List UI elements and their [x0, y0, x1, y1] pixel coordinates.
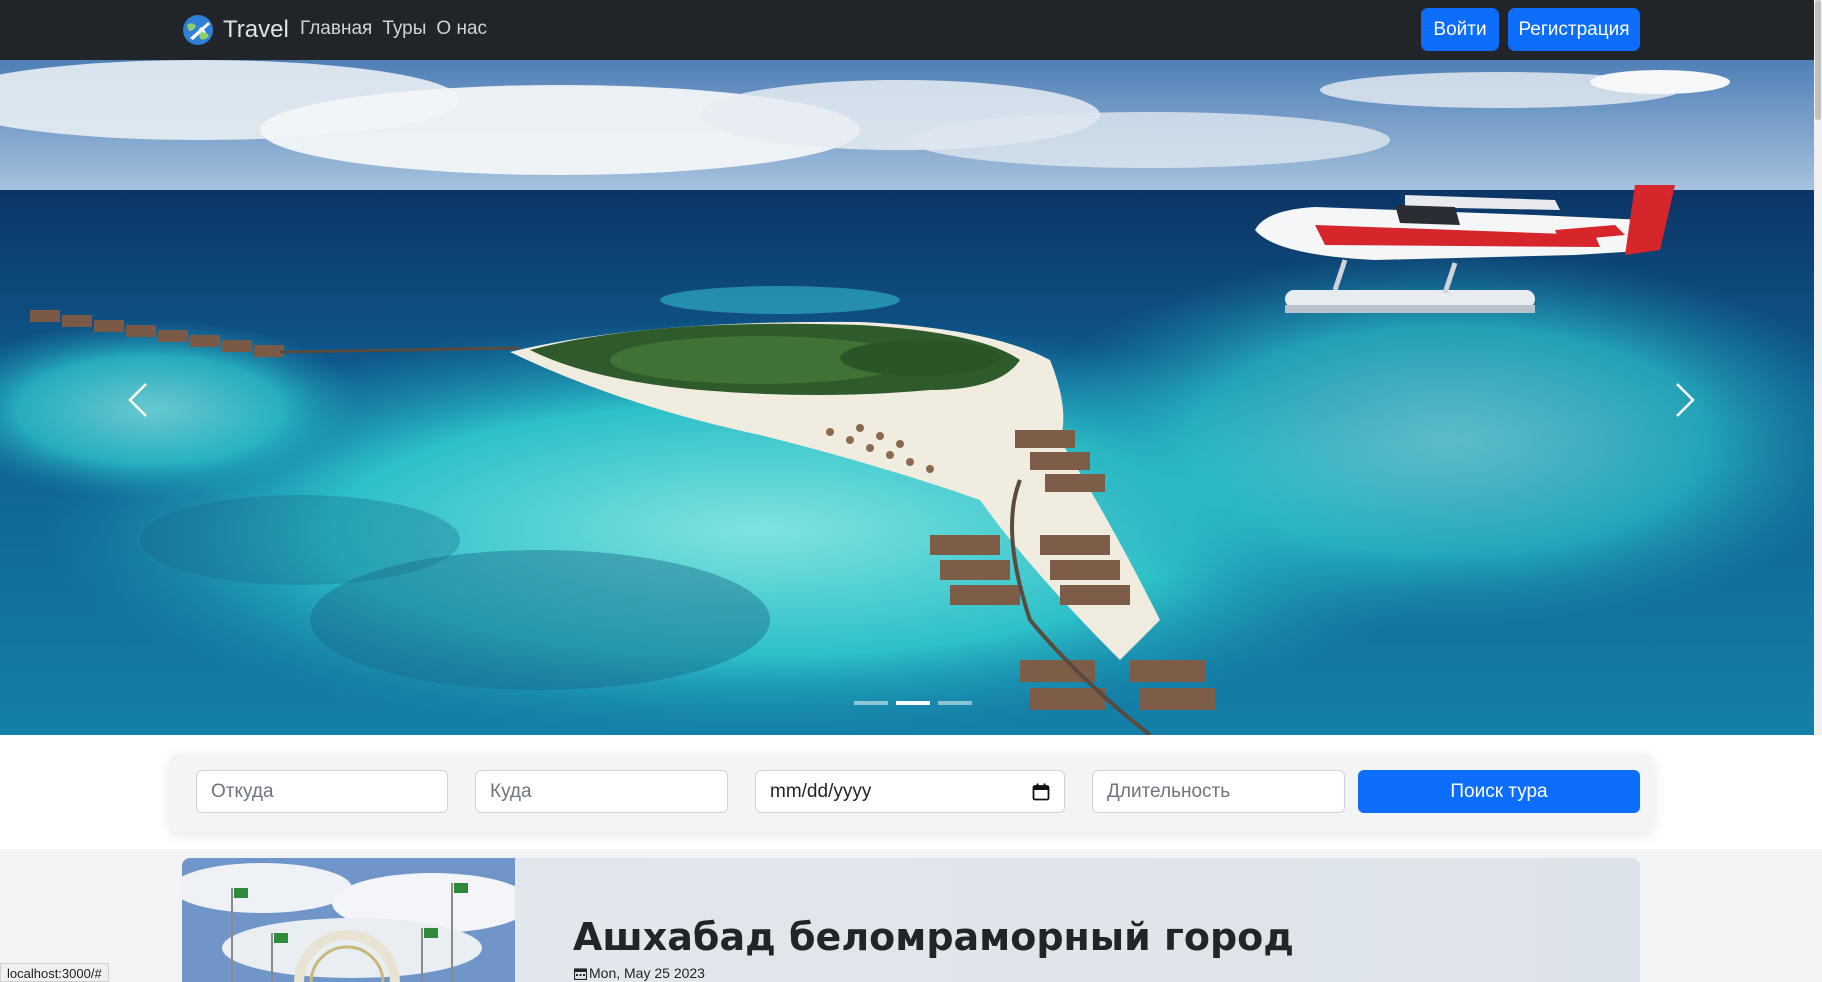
chevron-right-icon	[1676, 383, 1695, 417]
main-nav: Главная Туры О нас	[300, 18, 487, 40]
register-button[interactable]: Регистрация	[1508, 8, 1640, 51]
brand-link[interactable]: Travel	[181, 13, 289, 47]
status-bar-url: localhost:3000/#	[0, 963, 109, 982]
hero-carousel	[0, 60, 1822, 735]
article-image	[182, 858, 515, 982]
date-input-value: mm/dd/yyyy	[770, 780, 872, 802]
navbar: Travel Главная Туры О нас Войти Регистра…	[0, 0, 1822, 60]
calendar-icon[interactable]	[1032, 783, 1050, 801]
nav-link-home[interactable]: Главная	[300, 18, 372, 40]
carousel-next-button[interactable]	[1655, 360, 1715, 440]
globe-plane-icon	[183, 15, 213, 45]
chevron-left-icon	[128, 383, 147, 417]
search-tour-button[interactable]: Поиск тура	[1358, 770, 1640, 813]
carousel-indicators	[854, 701, 972, 705]
nav-link-tours[interactable]: Туры	[382, 18, 426, 40]
article-date: Mon, May 25 2023	[574, 965, 705, 981]
hero-slide-image	[0, 60, 1822, 735]
carousel-indicator-1[interactable]	[854, 701, 888, 705]
duration-input[interactable]	[1092, 770, 1345, 813]
article-title[interactable]: Ашхабад беломраморный город	[573, 915, 1294, 959]
carousel-prev-button[interactable]	[108, 360, 168, 440]
brand-name: Travel	[223, 16, 289, 43]
carousel-indicator-3[interactable]	[938, 701, 972, 705]
login-button[interactable]: Войти	[1421, 8, 1499, 51]
from-input[interactable]	[196, 770, 448, 813]
article-date-text: Mon, May 25 2023	[589, 965, 705, 981]
to-input[interactable]	[475, 770, 728, 813]
date-input[interactable]: mm/dd/yyyy	[755, 770, 1065, 813]
nav-link-about[interactable]: О нас	[436, 18, 487, 40]
calendar-icon	[574, 967, 587, 980]
scrollbar-thumb[interactable]	[1815, 0, 1821, 120]
carousel-indicator-2[interactable]	[896, 701, 930, 705]
